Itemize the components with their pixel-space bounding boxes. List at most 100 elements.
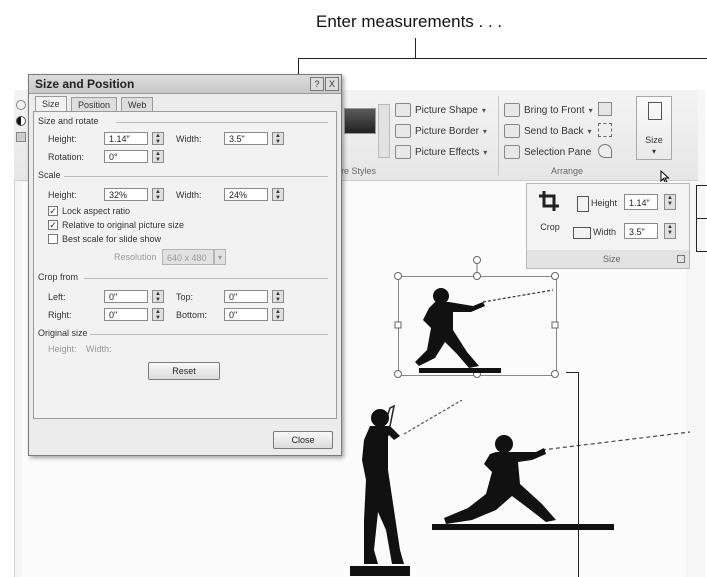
lock-aspect-checkbox[interactable]: ✓ <box>48 206 58 216</box>
reset-button[interactable]: Reset <box>148 362 220 380</box>
ribbon-separator <box>498 96 499 176</box>
picture-styles-group-label: ure Styles <box>336 166 377 176</box>
fencer-image-lunging <box>432 431 691 530</box>
original-height-label: Height: <box>48 344 77 354</box>
rotate-icon[interactable] <box>598 144 612 158</box>
gallery-scroll[interactable] <box>378 104 390 158</box>
tab-position[interactable]: Position <box>71 97 118 112</box>
picture-border-button[interactable]: Picture Border ▾ <box>395 123 487 139</box>
scale-width-stepper[interactable]: ▲ ▼ <box>272 188 284 201</box>
crop-bottom-field[interactable]: 0" <box>224 308 268 321</box>
crop-button[interactable]: Crop <box>533 190 567 234</box>
chevron-down-icon: ▾ <box>481 105 486 115</box>
rotation-label: Rotation: <box>48 152 85 162</box>
crop-right-field[interactable]: 0" <box>104 308 148 321</box>
size-panel-height-field[interactable]: 1.14" <box>624 194 658 210</box>
height-shape-icon <box>577 196 589 212</box>
chevron-down-icon[interactable]: ▾ <box>214 249 226 265</box>
section-crop: Crop from <box>38 272 79 282</box>
scale-width-field[interactable]: 24% <box>224 188 268 201</box>
section-size-rotate: Size and rotate <box>38 116 99 126</box>
height-label: Height: <box>48 134 77 144</box>
crop-bottom-stepper[interactable]: ▲ ▼ <box>272 308 284 321</box>
dialog-launcher-icon[interactable] <box>677 255 685 263</box>
picture-effects-button[interactable]: Picture Effects ▾ <box>395 144 487 160</box>
recolor-icon[interactable] <box>16 132 26 142</box>
section-divider <box>84 278 328 279</box>
callout-bracket-size-panel-top <box>696 185 707 186</box>
scale-width-label: Width: <box>176 190 202 200</box>
help-icon[interactable]: ? <box>310 77 324 91</box>
size-tab-panel: Size and rotate Height: 1.14" ▲ ▼ Width: … <box>33 111 337 419</box>
size-panel-width-label: Width <box>593 227 617 237</box>
callout-line-top-horizontal <box>298 58 707 59</box>
scale-height-label: Height: <box>48 190 77 200</box>
chevron-down-icon: ▾ <box>483 147 488 157</box>
picture-effects-icon <box>395 145 411 159</box>
height-field[interactable]: 1.14" <box>104 132 148 145</box>
section-divider <box>90 334 328 335</box>
chevron-down-icon: ▾ <box>651 147 656 156</box>
chevron-down-icon: ▾ <box>587 126 592 136</box>
rotation-field[interactable]: 0° <box>104 150 148 163</box>
callout-bracket-size-panel-stem <box>697 218 707 219</box>
size-group-label: Size <box>603 254 621 264</box>
chevron-down-icon: ▾ <box>482 126 487 136</box>
height-stepper[interactable]: ▲ ▼ <box>152 132 164 145</box>
dialog-title-bar[interactable]: Size and Position ? X <box>29 75 341 94</box>
chevron-down-icon: ▾ <box>588 105 593 115</box>
width-stepper[interactable]: ▲ ▼ <box>272 132 284 145</box>
align-icon[interactable] <box>598 102 612 116</box>
crop-bottom-label: Bottom: <box>176 310 208 320</box>
close-icon[interactable]: X <box>325 77 339 91</box>
section-original-size: Original size <box>38 328 88 338</box>
best-scale-label: Best scale for slide show <box>62 234 162 244</box>
crop-left-stepper[interactable]: ▲ ▼ <box>152 290 164 303</box>
dialog-title: Size and Position <box>35 77 135 91</box>
size-panel-width-field[interactable]: 3.5" <box>624 223 658 239</box>
resolution-select[interactable]: 640 x 480 <box>162 249 214 265</box>
rotation-stepper[interactable]: ▲ ▼ <box>152 150 164 163</box>
section-divider <box>64 176 328 177</box>
resolution-label: Resolution <box>114 252 157 262</box>
section-divider <box>116 122 328 123</box>
tab-size[interactable]: Size <box>35 96 67 112</box>
scale-height-field[interactable]: 32% <box>104 188 148 201</box>
lock-aspect-label: Lock aspect ratio <box>62 206 131 216</box>
size-panel-height-stepper[interactable]: ▲ ▼ <box>664 194 676 210</box>
section-scale: Scale <box>38 170 61 180</box>
gear-icon[interactable] <box>16 100 26 110</box>
crop-top-field[interactable]: 0" <box>224 290 268 303</box>
crop-top-stepper[interactable]: ▲ ▼ <box>272 290 284 303</box>
size-and-position-dialog: Size and Position ? X Size Position Web … <box>28 74 342 456</box>
size-ribbon-button[interactable]: Size ▾ <box>636 96 672 160</box>
selection-pane-button[interactable]: Selection Pane <box>504 144 591 160</box>
width-label: Width: <box>176 134 202 144</box>
best-scale-checkbox[interactable] <box>48 234 58 244</box>
arrange-group-label: Arrange <box>551 166 584 176</box>
contrast-icon[interactable] <box>16 116 26 126</box>
send-to-back-icon <box>504 124 520 138</box>
crop-icon <box>539 191 559 211</box>
send-to-back-button[interactable]: Send to Back ▾ <box>504 123 592 139</box>
width-field[interactable]: 3.5" <box>224 132 268 145</box>
size-panel-width-stepper[interactable]: ▲ ▼ <box>664 223 676 239</box>
size-panel-height-label: Height <box>591 198 618 208</box>
bring-to-front-button[interactable]: Bring to Front ▾ <box>504 102 593 118</box>
bring-to-front-icon <box>504 103 520 117</box>
relative-original-checkbox[interactable]: ✓ <box>48 220 58 230</box>
crop-right-stepper[interactable]: ▲ ▼ <box>152 308 164 321</box>
crop-right-label: Right: <box>48 310 72 320</box>
callout-caption-top: Enter measurements . . . <box>316 12 503 31</box>
crop-left-field[interactable]: 0" <box>104 290 148 303</box>
crop-top-label: Top: <box>176 292 194 302</box>
picture-style-thumbnail[interactable] <box>344 108 376 134</box>
scale-height-stepper[interactable]: ▲ ▼ <box>152 188 164 201</box>
close-button[interactable]: Close <box>273 431 333 449</box>
picture-shape-button[interactable]: Picture Shape ▾ <box>395 102 486 118</box>
group-icon[interactable] <box>598 123 612 137</box>
selection-pane-icon <box>504 145 520 159</box>
tab-web[interactable]: Web <box>121 97 154 112</box>
relative-original-label: Relative to original picture size <box>62 220 185 230</box>
picture-border-icon <box>395 124 411 138</box>
